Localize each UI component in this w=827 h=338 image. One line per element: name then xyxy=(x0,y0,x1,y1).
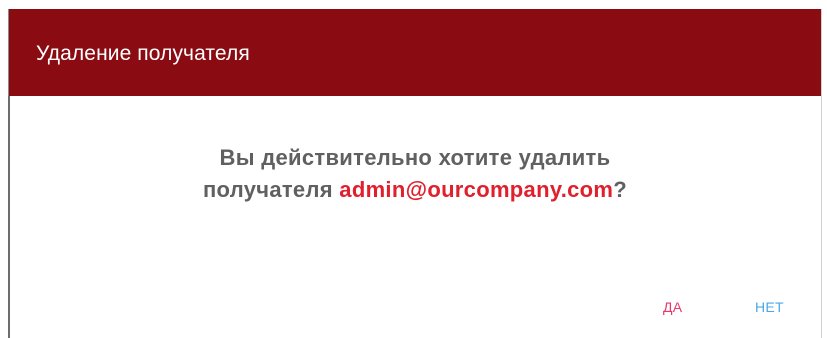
recipient-email: admin@ourcompany.com xyxy=(339,177,614,202)
yes-button[interactable]: ДА xyxy=(663,299,682,315)
message-prefix: получателя xyxy=(202,177,340,202)
message-line-1: Вы действительно хотите удалить xyxy=(219,145,611,170)
message-line-2: получателя admin@ourcompany.com? xyxy=(9,174,821,206)
dialog-header: Удаление получателя xyxy=(9,9,821,96)
message-suffix: ? xyxy=(613,177,628,202)
top-strip xyxy=(0,0,827,9)
dialog-left-edge xyxy=(8,96,10,338)
confirmation-message: Вы действительно хотите удалить получате… xyxy=(9,142,821,206)
delete-recipient-dialog: Удаление получателя Вы действительно хот… xyxy=(9,9,821,338)
dialog-actions: ДА НЕТ xyxy=(9,299,821,321)
no-button[interactable]: НЕТ xyxy=(755,299,784,315)
dialog-title: Удаление получателя xyxy=(36,41,250,65)
